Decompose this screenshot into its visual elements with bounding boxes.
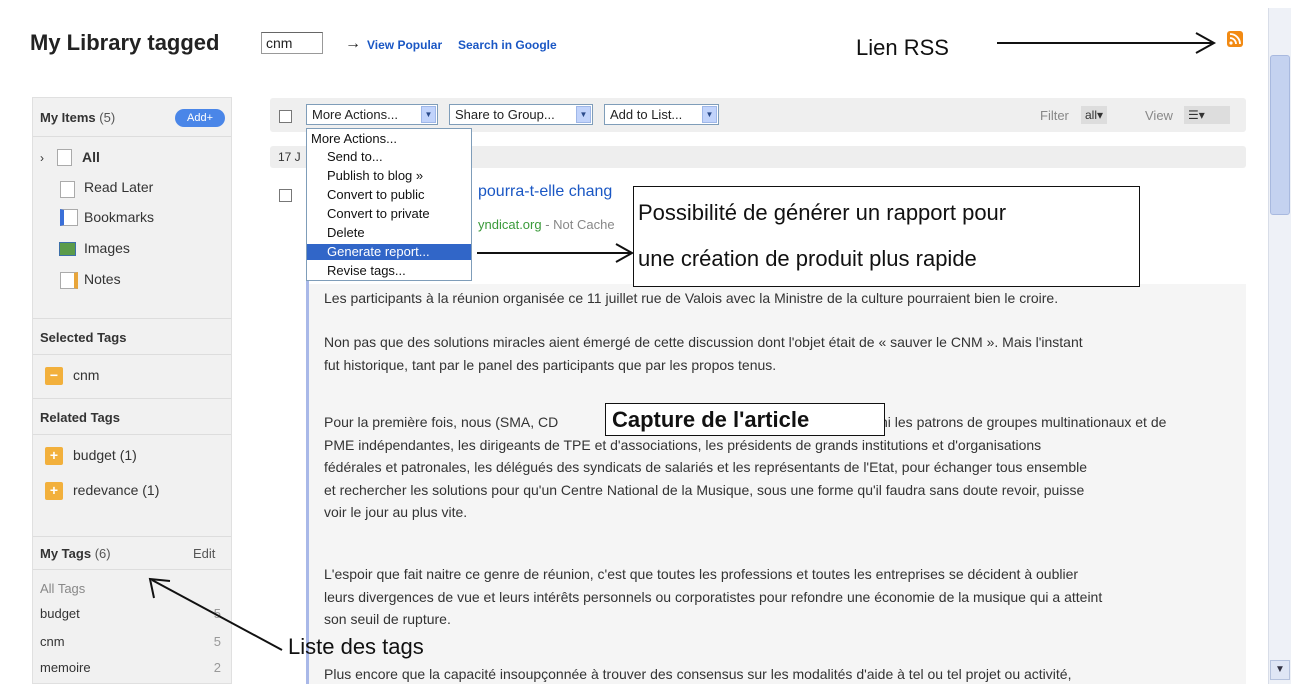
annotation-tag-list: Liste des tags xyxy=(288,634,424,659)
tag-count: 2 xyxy=(213,660,221,675)
annotation-capture-label: Capture de l'article xyxy=(605,403,885,436)
image-icon xyxy=(59,242,76,256)
sidebar-item-all[interactable]: All xyxy=(82,149,100,165)
menu-item-convert-private[interactable]: Convert to private xyxy=(307,206,491,222)
edit-tags-link[interactable]: Edit xyxy=(193,546,215,561)
bookmark-icon xyxy=(60,209,78,226)
menu-item-delete[interactable]: Delete xyxy=(307,225,491,241)
menu-item-more-actions[interactable]: More Actions... xyxy=(307,131,475,147)
my-tag-item[interactable]: budget xyxy=(40,606,80,621)
document-icon xyxy=(57,149,72,166)
chevron-right-icon: › xyxy=(40,151,44,165)
filter-dropdown[interactable]: all▾ xyxy=(1081,106,1108,124)
view-popular-link[interactable]: View Popular xyxy=(367,38,442,52)
sidebar-item-notes[interactable]: Notes xyxy=(84,271,121,287)
related-tag[interactable]: budget (1) xyxy=(73,447,137,463)
add-tag-icon[interactable]: + xyxy=(45,482,63,500)
selected-tag[interactable]: cnm xyxy=(73,367,99,383)
scroll-down-arrow-icon[interactable]: ▼ xyxy=(1270,660,1290,680)
annotation-rss-link: Lien RSS xyxy=(856,35,949,60)
selected-tags-heading: Selected Tags xyxy=(40,330,127,345)
more-actions-select[interactable]: More Actions... ▼ xyxy=(306,104,438,125)
more-actions-menu: More Actions... Send to... Publish to bl… xyxy=(306,128,472,281)
arrow-glyph: → xyxy=(345,35,361,52)
sidebar-item-images[interactable]: Images xyxy=(84,240,130,256)
sidebar-item-bookmarks[interactable]: Bookmarks xyxy=(84,209,154,225)
share-to-group-select[interactable]: Share to Group... ▼ xyxy=(449,104,593,125)
clock-document-icon xyxy=(60,181,75,198)
item-url: yndicat.org - Not Cache xyxy=(478,217,615,232)
tag-count: 5 xyxy=(213,634,221,649)
filter-label: Filter xyxy=(1040,108,1069,123)
my-tag-item[interactable]: memoire xyxy=(40,660,91,675)
related-tag[interactable]: redevance (1) xyxy=(73,482,159,498)
select-all-checkbox[interactable] xyxy=(279,110,292,123)
related-tags-heading: Related Tags xyxy=(40,410,120,425)
article-paragraph: L'espoir que fait naitre ce genre de réu… xyxy=(324,566,1103,627)
menu-item-generate-report[interactable]: Generate report... xyxy=(307,244,471,260)
add-tag-icon[interactable]: + xyxy=(45,447,63,465)
my-tag-item[interactable]: cnm xyxy=(40,634,65,649)
item-checkbox[interactable] xyxy=(279,189,292,202)
menu-item-send-to[interactable]: Send to... xyxy=(307,149,491,165)
article-paragraph: Non pas que des solutions miracles aient… xyxy=(324,334,1083,373)
add-item-button[interactable]: Add+ xyxy=(175,109,225,127)
add-to-list-select[interactable]: Add to List... ▼ xyxy=(604,104,719,125)
article-paragraph: Les participants à la réunion organisée … xyxy=(324,290,1059,306)
page-title: My Library tagged xyxy=(30,30,220,55)
view-label: View xyxy=(1145,108,1173,123)
remove-tag-icon[interactable]: − xyxy=(45,367,63,385)
tag-search-input[interactable] xyxy=(261,32,323,54)
search-google-link[interactable]: Search in Google xyxy=(458,38,557,52)
annotation-report-box: Possibilité de générer un rapport pour u… xyxy=(633,186,1140,287)
view-dropdown[interactable]: ☰▾ xyxy=(1184,106,1230,124)
tag-count: 5 xyxy=(213,606,221,621)
article-paragraph: Plus encore que la capacité insoupçonnée… xyxy=(324,666,1072,682)
menu-item-publish-blog[interactable]: Publish to blog » xyxy=(307,168,491,184)
all-tags-link[interactable]: All Tags xyxy=(40,581,85,596)
scroll-thumb[interactable] xyxy=(1270,55,1290,215)
item-title-link[interactable]: pourra-t-elle chang xyxy=(478,183,612,201)
note-icon xyxy=(60,272,78,289)
capture-indent-bar xyxy=(306,280,309,684)
sidebar-item-read-later[interactable]: Read Later xyxy=(84,179,153,195)
menu-item-revise-tags[interactable]: Revise tags... xyxy=(307,263,491,279)
menu-item-convert-public[interactable]: Convert to public xyxy=(307,187,491,203)
rss-icon[interactable] xyxy=(1227,31,1243,47)
